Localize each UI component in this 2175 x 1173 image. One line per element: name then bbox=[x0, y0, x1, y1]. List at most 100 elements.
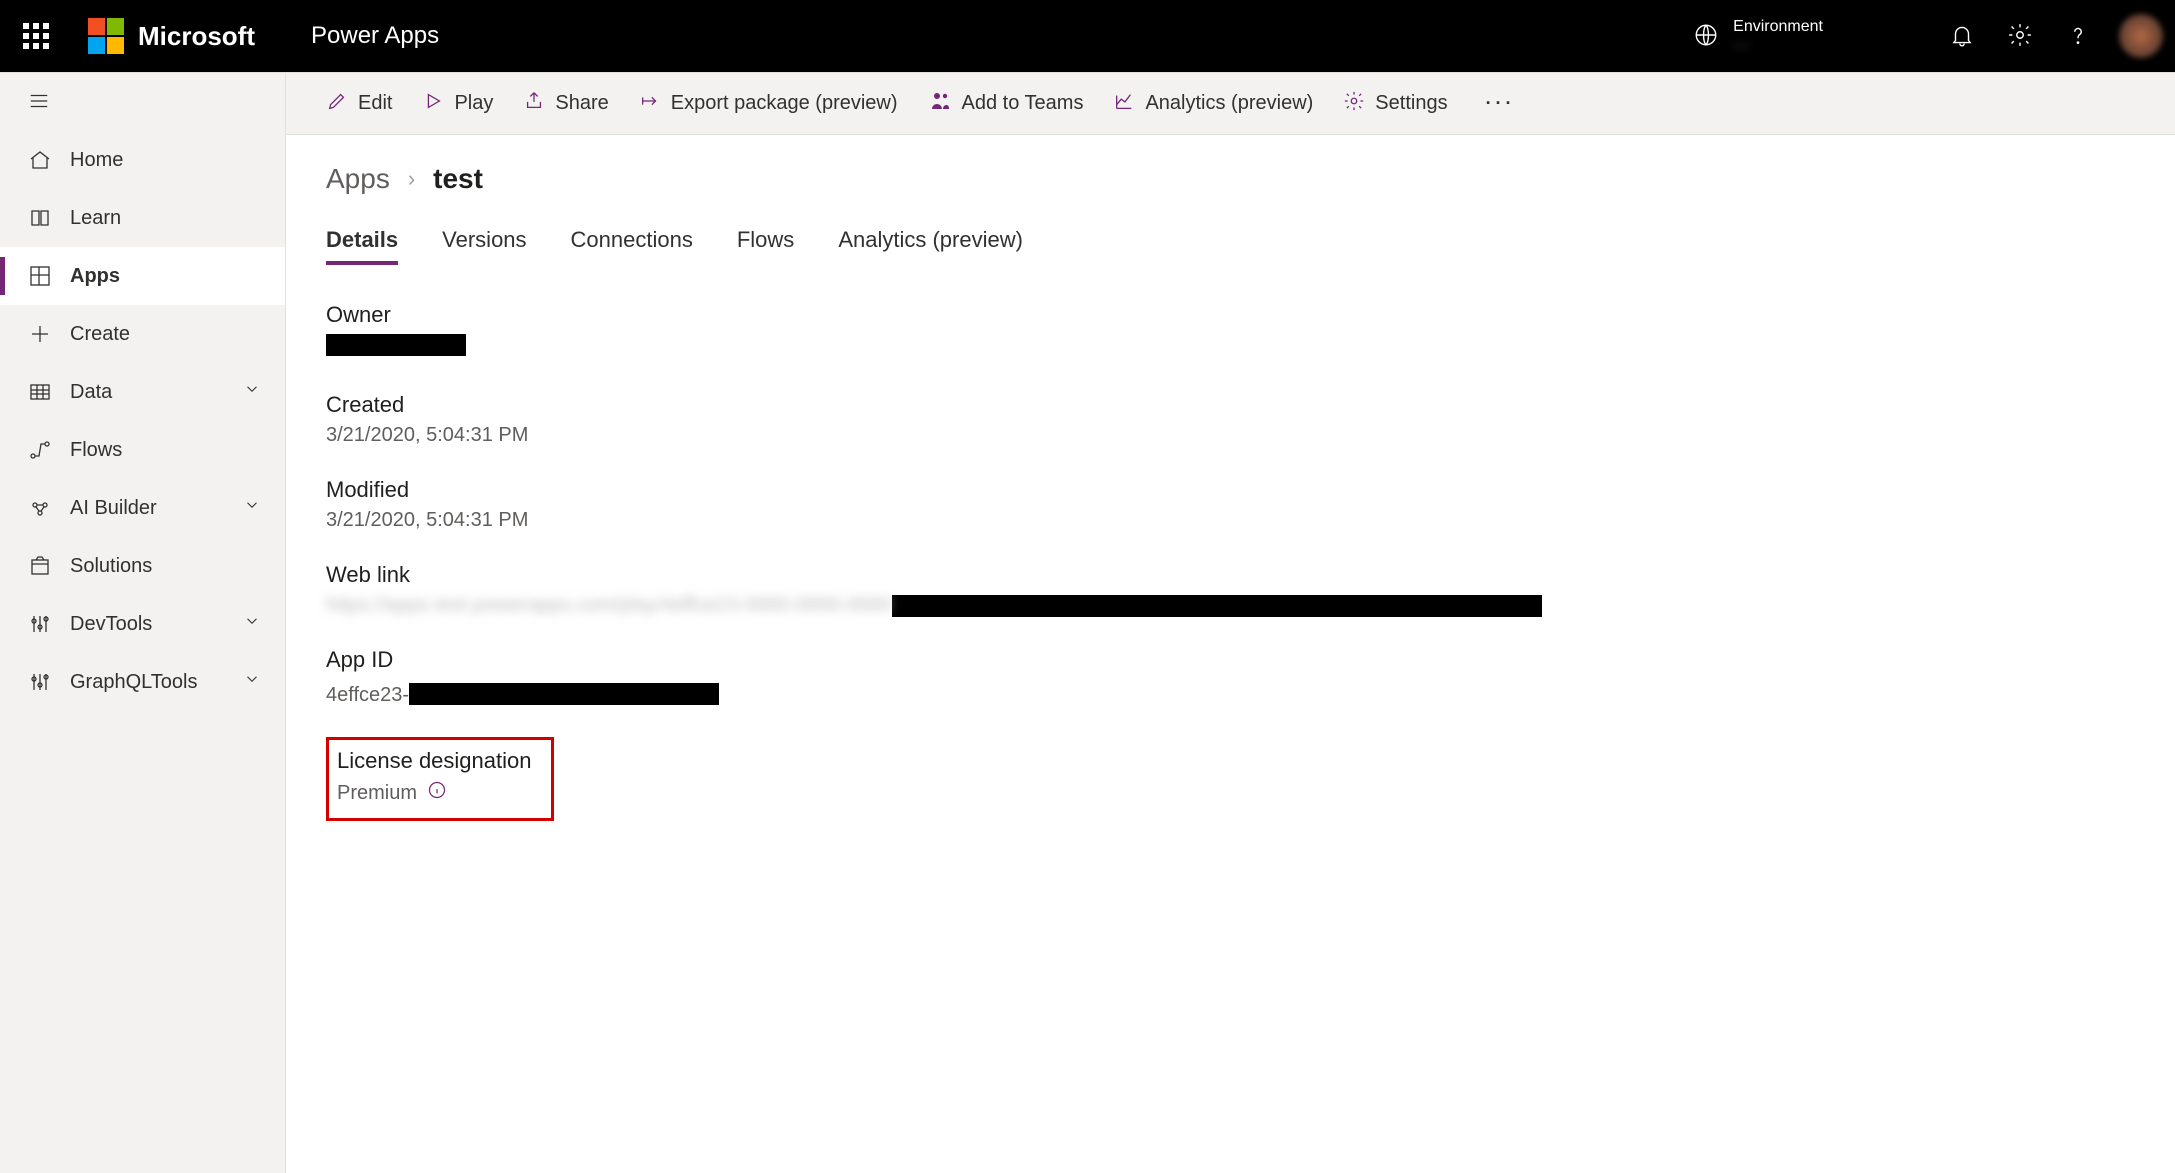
more-commands-button[interactable]: ··· bbox=[1486, 93, 1516, 114]
chevron-right-icon: › bbox=[408, 166, 415, 192]
nav-item-learn[interactable]: Learn bbox=[0, 189, 285, 247]
analytics-button[interactable]: Analytics (preview) bbox=[1113, 90, 1313, 118]
nav-item-label: GraphQLTools bbox=[70, 671, 197, 694]
command-bar: Edit Play Share bbox=[286, 73, 2175, 135]
app-id-label: App ID bbox=[326, 647, 2135, 673]
nav-item-create[interactable]: Create bbox=[0, 305, 285, 363]
collapse-nav-button[interactable] bbox=[0, 73, 285, 131]
tab-label: Flows bbox=[737, 227, 794, 252]
cmd-label: Export package (preview) bbox=[671, 92, 898, 115]
hamburger-icon bbox=[28, 90, 50, 115]
microsoft-brand: Microsoft bbox=[72, 18, 255, 54]
settings-button[interactable]: Settings bbox=[1343, 90, 1447, 118]
export-button[interactable]: Export package (preview) bbox=[639, 90, 898, 118]
plus-icon bbox=[28, 322, 52, 346]
teams-icon bbox=[928, 89, 952, 119]
help-button[interactable] bbox=[2049, 0, 2107, 72]
modified-value: 3/21/2020, 5:04:31 PM bbox=[326, 509, 2135, 532]
tab-details[interactable]: Details bbox=[326, 223, 398, 265]
book-icon bbox=[28, 206, 52, 230]
chevron-down-icon bbox=[243, 670, 261, 694]
license-designation-highlight: License designation Premium bbox=[326, 737, 554, 821]
modified-label: Modified bbox=[326, 477, 2135, 503]
nav-item-data[interactable]: Data bbox=[0, 363, 285, 421]
nav-item-label: Flows bbox=[70, 439, 122, 462]
license-label: License designation bbox=[337, 748, 531, 774]
waffle-icon bbox=[23, 23, 49, 49]
breadcrumb-current: test bbox=[433, 163, 483, 195]
nav-item-devtools[interactable]: DevTools bbox=[0, 595, 285, 653]
user-avatar[interactable] bbox=[2119, 14, 2163, 58]
tab-connections[interactable]: Connections bbox=[571, 223, 693, 265]
web-link-value-redacted bbox=[892, 595, 1542, 617]
add-to-teams-button[interactable]: Add to Teams bbox=[928, 89, 1084, 119]
nav-item-label: Solutions bbox=[70, 555, 152, 578]
tab-flows[interactable]: Flows bbox=[737, 223, 794, 265]
nav-item-label: DevTools bbox=[70, 613, 152, 636]
home-icon bbox=[28, 148, 52, 172]
nav-item-label: Data bbox=[70, 381, 112, 404]
tab-analytics[interactable]: Analytics (preview) bbox=[838, 223, 1023, 265]
play-button[interactable]: Play bbox=[422, 90, 493, 118]
cmd-label: Share bbox=[555, 92, 608, 115]
cmd-label: Add to Teams bbox=[962, 92, 1084, 115]
microsoft-wordmark: Microsoft bbox=[138, 21, 255, 52]
breadcrumb-root[interactable]: Apps bbox=[326, 163, 390, 195]
license-value: Premium bbox=[337, 782, 417, 805]
tabs: Details Versions Connections Flows Analy… bbox=[326, 223, 2135, 266]
cmd-label: Play bbox=[454, 92, 493, 115]
owner-value-redacted bbox=[326, 334, 466, 356]
nav-item-apps[interactable]: Apps bbox=[0, 247, 285, 305]
globe-icon bbox=[1693, 22, 1719, 51]
global-settings-button[interactable] bbox=[1991, 0, 2049, 72]
chevron-down-icon bbox=[243, 496, 261, 520]
sliders-icon bbox=[28, 612, 52, 636]
nav-item-home[interactable]: Home bbox=[0, 131, 285, 189]
nav-item-graphqltools[interactable]: GraphQLTools bbox=[0, 653, 285, 711]
share-button[interactable]: Share bbox=[523, 90, 608, 118]
nav-item-label: Create bbox=[70, 323, 130, 346]
chart-icon bbox=[1113, 90, 1135, 118]
cmd-label: Edit bbox=[358, 92, 392, 115]
environment-name: — bbox=[1733, 36, 1823, 55]
header-bar: Microsoft Power Apps Environment — bbox=[0, 0, 2175, 72]
environment-label: Environment bbox=[1733, 17, 1823, 36]
table-icon bbox=[28, 380, 52, 404]
app-launcher-button[interactable] bbox=[0, 0, 72, 72]
microsoft-logo-icon bbox=[88, 18, 124, 54]
environment-picker[interactable]: Environment — bbox=[1693, 17, 1933, 55]
apps-icon bbox=[28, 264, 52, 288]
web-link-value-blurred: https://apps.test.powerapps.com/play/4ef… bbox=[326, 594, 892, 617]
tab-label: Analytics (preview) bbox=[838, 227, 1023, 252]
cmd-label: Analytics (preview) bbox=[1145, 92, 1313, 115]
nav-item-flows[interactable]: Flows bbox=[0, 421, 285, 479]
app-title: Power Apps bbox=[255, 22, 439, 50]
main-content: Edit Play Share bbox=[286, 73, 2175, 1173]
pencil-icon bbox=[326, 90, 348, 118]
owner-label: Owner bbox=[326, 302, 2135, 328]
sliders-icon bbox=[28, 670, 52, 694]
nav-item-ai-builder[interactable]: AI Builder bbox=[0, 479, 285, 537]
cmd-label: Settings bbox=[1375, 92, 1447, 115]
package-icon bbox=[28, 554, 52, 578]
nav-item-solutions[interactable]: Solutions bbox=[0, 537, 285, 595]
play-icon bbox=[422, 90, 444, 118]
tab-label: Versions bbox=[442, 227, 526, 252]
export-icon bbox=[639, 90, 661, 118]
app-id-redacted bbox=[409, 683, 719, 705]
tab-label: Connections bbox=[571, 227, 693, 252]
breadcrumb: Apps › test bbox=[326, 163, 2135, 195]
gear-icon bbox=[2007, 22, 2033, 51]
tab-versions[interactable]: Versions bbox=[442, 223, 526, 265]
bell-icon bbox=[1949, 22, 1975, 51]
created-value: 3/21/2020, 5:04:31 PM bbox=[326, 424, 2135, 447]
left-navigation: Home Learn Apps Create bbox=[0, 73, 286, 1173]
share-icon bbox=[523, 90, 545, 118]
info-icon[interactable] bbox=[427, 780, 447, 806]
app-id-prefix: 4effce23- bbox=[326, 684, 409, 707]
web-link-label: Web link bbox=[326, 562, 2135, 588]
question-icon bbox=[2065, 22, 2091, 51]
edit-button[interactable]: Edit bbox=[326, 90, 392, 118]
ai-icon bbox=[28, 496, 52, 520]
notifications-button[interactable] bbox=[1933, 0, 1991, 72]
